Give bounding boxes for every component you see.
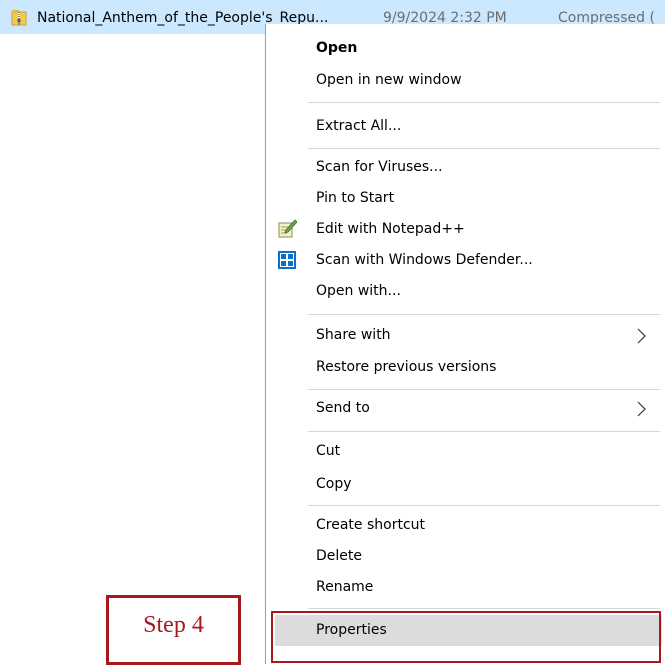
menu-item-label: Delete — [316, 548, 362, 564]
menu-item-cut[interactable]: Cut — [266, 436, 665, 467]
menu-item-scan-with-windows-defender[interactable]: Scan with Windows Defender... — [266, 245, 665, 276]
menu-separator — [308, 148, 660, 149]
menu-item-delete[interactable]: Delete — [266, 541, 665, 572]
menu-separator — [308, 431, 660, 432]
menu-item-label: Send to — [316, 400, 370, 416]
menu-item-extract-all[interactable]: Extract All... — [266, 111, 665, 142]
menu-item-label: Open in new window — [316, 72, 462, 88]
step-annotation-box: Step 4 — [106, 595, 241, 665]
menu-item-label: Pin to Start — [316, 190, 395, 206]
step-annotation-label: Step 4 — [143, 612, 204, 638]
menu-item-label: Share with — [316, 327, 391, 343]
menu-item-rename[interactable]: Rename — [266, 572, 665, 603]
menu-item-label: Scan with Windows Defender... — [316, 252, 533, 268]
menu-separator — [308, 389, 660, 390]
properties-highlight-box — [271, 611, 661, 663]
menu-item-create-shortcut[interactable]: Create shortcut — [266, 510, 665, 541]
menu-item-label: Scan for Viruses... — [316, 159, 443, 175]
menu-item-open-with[interactable]: Open with... — [266, 276, 665, 307]
menu-item-open[interactable]: Open — [266, 33, 665, 64]
menu-item-label: Copy — [316, 476, 352, 492]
menu-item-label: Create shortcut — [316, 517, 426, 533]
menu-item-label: Edit with Notepad++ — [316, 221, 465, 237]
windows-defender-icon — [278, 251, 296, 269]
menu-item-label: Restore previous versions — [316, 359, 497, 375]
menu-separator — [308, 608, 660, 609]
menu-item-share-with[interactable]: Share with — [266, 320, 665, 351]
menu-item-pin-to-start[interactable]: Pin to Start — [266, 183, 665, 214]
menu-item-restore-previous-versions[interactable]: Restore previous versions — [266, 352, 665, 383]
menu-item-label: Extract All... — [316, 118, 402, 134]
zip-folder-icon — [11, 10, 27, 26]
menu-item-scan-for-viruses[interactable]: Scan for Viruses... — [266, 152, 665, 183]
notepad-plus-plus-icon — [278, 219, 297, 238]
context-menu: Open Open in new window Extract All... S… — [265, 24, 665, 664]
menu-item-open-in-new-window[interactable]: Open in new window — [266, 65, 665, 96]
menu-separator — [308, 505, 660, 506]
menu-separator — [308, 314, 660, 315]
menu-item-edit-with-notepad-plus-plus[interactable]: Edit with Notepad++ — [266, 214, 665, 245]
chevron-right-icon — [637, 328, 646, 344]
menu-item-copy[interactable]: Copy — [266, 469, 665, 500]
menu-separator — [308, 102, 660, 103]
menu-item-label: Open with... — [316, 283, 401, 299]
menu-item-label: Cut — [316, 443, 341, 459]
menu-item-label: Open — [316, 40, 358, 56]
chevron-right-icon — [637, 401, 646, 417]
menu-item-send-to[interactable]: Send to — [266, 393, 665, 424]
menu-item-label: Rename — [316, 579, 374, 595]
